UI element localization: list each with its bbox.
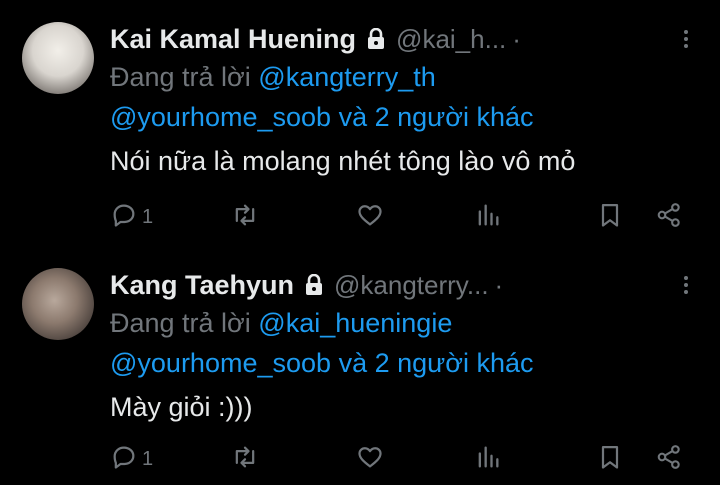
replying-to-line: Đang trả lời @kangterry_th xyxy=(110,62,436,93)
retweet-icon xyxy=(231,201,259,234)
action-bar: 1 xyxy=(0,442,720,476)
separator-dot: · xyxy=(512,23,521,54)
mention-join: và xyxy=(338,348,368,378)
lock-icon xyxy=(366,28,386,50)
mention-link[interactable]: @yourhome_soob xyxy=(110,102,331,132)
share-button[interactable] xyxy=(655,442,683,476)
avatar[interactable] xyxy=(22,22,94,94)
bookmark-button[interactable] xyxy=(596,200,624,234)
separator-dot: · xyxy=(494,269,504,300)
display-name[interactable]: Kai Kamal Huening xyxy=(110,24,356,55)
retweet-icon xyxy=(231,443,259,476)
action-bar: 1 xyxy=(0,200,720,234)
others-link[interactable]: 2 người khác xyxy=(375,102,534,132)
tweet-header: Kai Kamal Huening @kai_h... · xyxy=(110,22,521,56)
mention-link[interactable]: @yourhome_soob xyxy=(110,348,331,378)
reply-button[interactable]: 1 xyxy=(110,200,153,234)
handle[interactable]: @kangterry... xyxy=(334,270,489,301)
like-button[interactable] xyxy=(356,442,384,476)
tweet-reply[interactable]: Kang Taehyun @kangterry... · Đang trả lờ… xyxy=(0,246,720,485)
share-icon xyxy=(655,201,683,234)
views-icon xyxy=(474,443,502,476)
tweet-header: Kang Taehyun @kangterry... · xyxy=(110,268,503,302)
reply-count: 1 xyxy=(142,447,154,470)
handle[interactable]: @kai_h... xyxy=(396,24,506,55)
display-name[interactable]: Kang Taehyun xyxy=(110,270,294,301)
bookmark-button[interactable] xyxy=(596,442,624,476)
bookmark-icon xyxy=(596,443,624,476)
replying-prefix: Đang trả lời xyxy=(110,62,251,92)
tweet-text: Nói nữa là molang nhét tông lào vô mỏ xyxy=(110,146,576,176)
mentions-line: @yourhome_soob và 2 người khác xyxy=(110,348,533,379)
tweet-text: Mày giỏi :))) xyxy=(110,392,253,422)
views-button[interactable] xyxy=(474,442,502,476)
bookmark-icon xyxy=(596,201,624,234)
retweet-button[interactable] xyxy=(231,200,259,234)
tweet-reply[interactable]: Kai Kamal Huening @kai_h... · Đang trả l… xyxy=(0,0,720,246)
more-icon[interactable] xyxy=(675,274,697,296)
replying-prefix: Đang trả lời xyxy=(110,308,251,338)
reply-target-link[interactable]: @kangterry_th xyxy=(258,62,436,92)
others-link[interactable]: 2 người khác xyxy=(375,348,534,378)
like-icon xyxy=(356,201,384,234)
views-button[interactable] xyxy=(474,200,502,234)
reply-icon xyxy=(110,443,138,476)
retweet-button[interactable] xyxy=(231,442,259,476)
more-icon[interactable] xyxy=(675,28,697,50)
reply-target-link[interactable]: @kai_hueningie xyxy=(258,308,452,338)
share-button[interactable] xyxy=(655,200,683,234)
like-button[interactable] xyxy=(356,200,384,234)
avatar[interactable] xyxy=(22,268,94,340)
mentions-line: @yourhome_soob và 2 người khác xyxy=(110,102,533,133)
replying-to-line: Đang trả lời @kai_hueningie xyxy=(110,308,452,339)
share-icon xyxy=(655,443,683,476)
reply-icon xyxy=(110,201,138,234)
reply-count: 1 xyxy=(142,205,154,228)
mention-join: và xyxy=(338,102,368,132)
views-icon xyxy=(474,201,502,234)
lock-icon xyxy=(304,274,324,296)
reply-button[interactable]: 1 xyxy=(110,442,153,476)
like-icon xyxy=(356,443,384,476)
